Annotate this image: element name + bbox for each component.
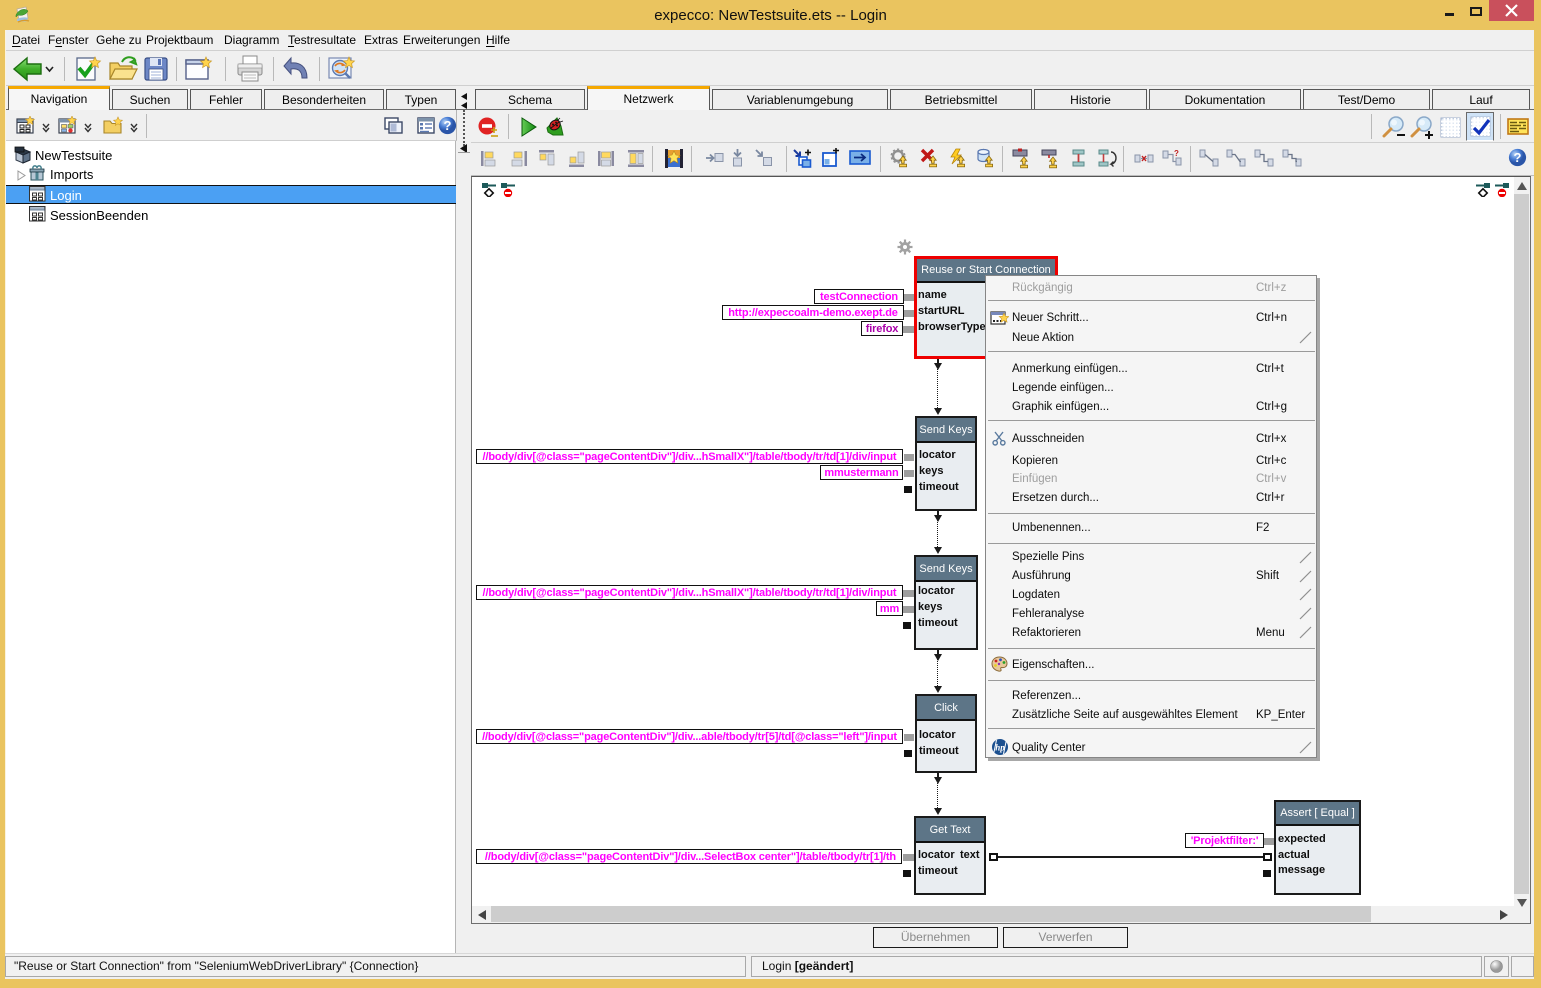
svg-text:?: ?	[1174, 149, 1179, 158]
svg-text:hp: hp	[995, 743, 1005, 753]
svg-text:?: ?	[1514, 150, 1522, 165]
svg-text:?: ?	[444, 118, 452, 133]
